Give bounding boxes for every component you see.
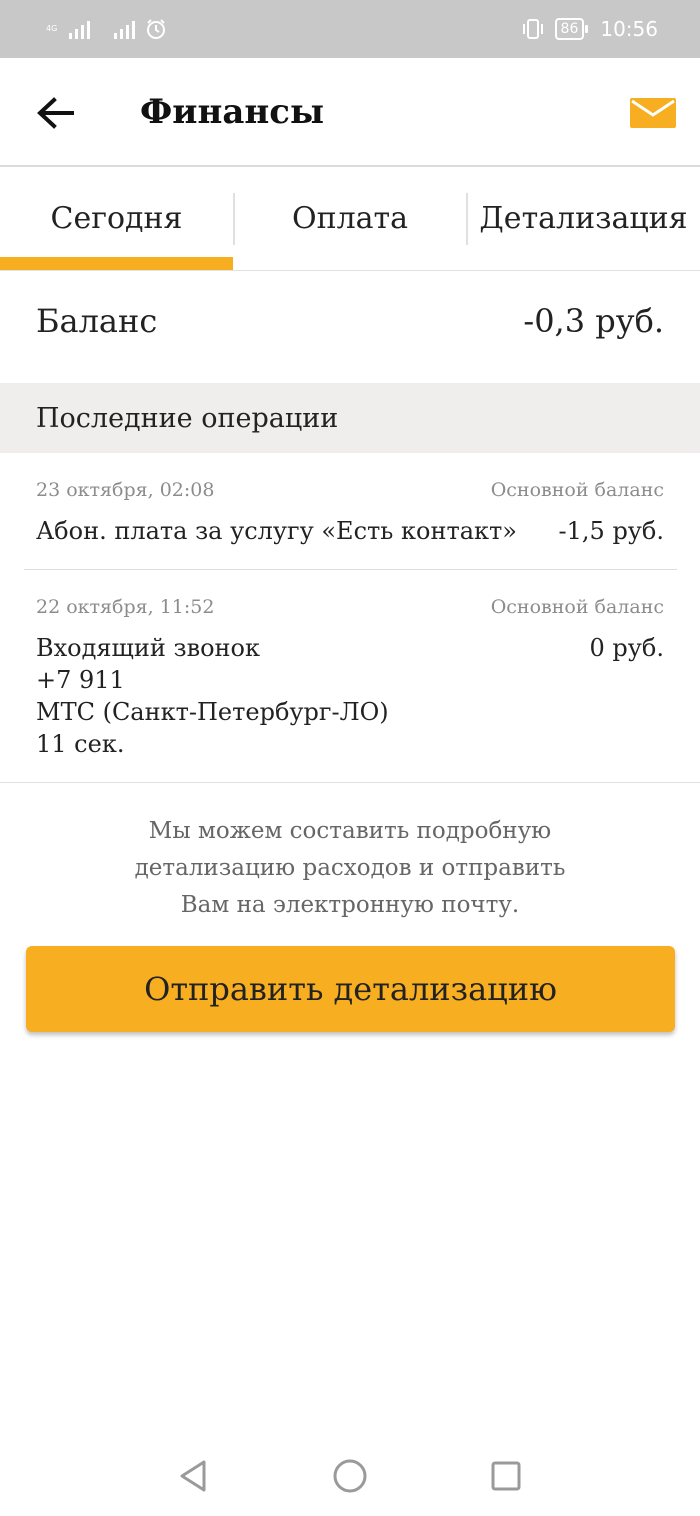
balance-value: -0,3 руб. [523, 302, 664, 340]
operation-description-line: Входящий звонок [36, 634, 260, 662]
operation-description-line: +7 911 [36, 666, 125, 694]
operation-item[interactable]: 22 октября, 11:52 Основной баланс Входящ… [0, 570, 700, 783]
details-info-text: Мы можем составить подробную детализацию… [0, 813, 700, 924]
tab-payment[interactable]: Оплата [234, 167, 466, 270]
vibrate-icon [522, 19, 543, 39]
info-line: Вам на электронную почту. [180, 892, 520, 918]
status-left: 4G [46, 16, 167, 42]
home-circle-icon[interactable] [330, 1456, 370, 1496]
envelope-icon[interactable] [630, 98, 676, 128]
tab-bar: Сегодня Оплата Детализация [0, 167, 700, 271]
operation-date: 22 октября, 11:52 [36, 596, 215, 618]
alarm-icon [147, 19, 166, 39]
operation-item[interactable]: 23 октября, 02:08 Основной баланс Абон. … [0, 453, 700, 570]
arrow-back-icon[interactable] [34, 92, 76, 134]
system-nav-bar [0, 1436, 700, 1516]
signal-icon [69, 19, 91, 39]
section-header: Последние операции [0, 383, 700, 453]
status-right: 86 10:56 [521, 14, 658, 44]
recents-square-icon[interactable] [486, 1456, 526, 1496]
app-bar: Финансы [0, 58, 700, 167]
active-tab-indicator [0, 257, 233, 270]
network-type: 4G [46, 24, 58, 33]
status-bar: 4G 86 10:56 [0, 0, 700, 58]
operation-amount: -1,5 руб. [558, 517, 664, 545]
section-title: Последние операции [36, 403, 339, 434]
info-line: детализацию расходов и отправить [134, 855, 566, 881]
info-line: Мы можем составить подробную [148, 818, 552, 844]
balance-label: Баланс [36, 302, 158, 340]
battery-icon: 86 [554, 18, 589, 40]
operation-amount: 0 руб. [589, 634, 664, 662]
tab-today[interactable]: Сегодня [0, 167, 233, 270]
operation-description-line: Абон. плата за услугу «Есть контакт» [36, 517, 517, 545]
send-details-button[interactable]: Отправить детализацию [26, 946, 675, 1032]
operation-account: Основной баланс [490, 479, 664, 501]
page-title: Финансы [140, 92, 325, 132]
operation-date: 23 октября, 02:08 [36, 479, 215, 501]
operation-account: Основной баланс [490, 596, 664, 618]
status-time: 10:56 [600, 17, 658, 41]
operation-description-line: МТС (Санкт-Петербург-ЛО) [36, 698, 389, 726]
back-triangle-icon[interactable] [174, 1456, 214, 1496]
balance-row: Баланс -0,3 руб. [0, 270, 700, 383]
operation-description: Входящий звонок +7 911 МТС (Санкт-Петерб… [36, 632, 389, 760]
signal-icon [114, 19, 136, 39]
operation-description-line: 11 сек. [36, 730, 125, 758]
tab-details[interactable]: Детализация [467, 167, 700, 270]
operation-description: Абон. плата за услугу «Есть контакт» [36, 515, 517, 547]
